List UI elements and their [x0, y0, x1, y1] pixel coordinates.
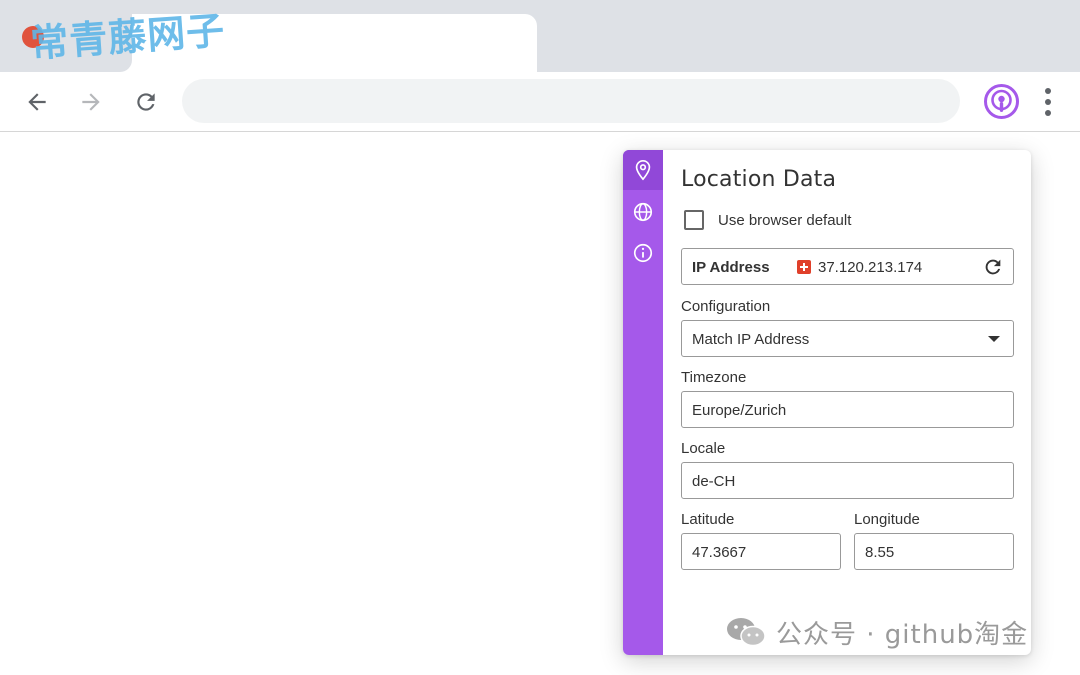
- wechat-icon: [726, 616, 766, 648]
- browser-window: 常青藤网子 Location Data Use browser default …: [0, 0, 1080, 675]
- globe-icon[interactable]: [623, 192, 663, 232]
- chevron-down-icon: [988, 336, 1000, 342]
- configuration-value: Match IP Address: [692, 331, 810, 348]
- reload-icon[interactable]: [130, 86, 162, 118]
- refresh-icon[interactable]: [982, 256, 1004, 278]
- ip-address-label: IP Address: [692, 259, 770, 276]
- latitude-value: 47.3667: [692, 544, 747, 561]
- latitude-label: Latitude: [681, 511, 735, 528]
- timezone-label: Timezone: [681, 369, 747, 386]
- tab-strip: 常青藤网子: [0, 0, 1080, 72]
- use-browser-default-label: Use browser default: [718, 211, 852, 229]
- location-pin-icon[interactable]: [623, 150, 663, 190]
- configuration-select[interactable]: Match IP Address: [681, 320, 1014, 357]
- use-browser-default-row[interactable]: Use browser default: [684, 210, 851, 230]
- use-browser-default-checkbox[interactable]: [684, 210, 704, 230]
- location-popup: Location Data Use browser default IP Add…: [623, 150, 1031, 655]
- info-icon[interactable]: [623, 233, 663, 273]
- popup-side-rail: [623, 150, 663, 655]
- longitude-value: 8.55: [865, 544, 895, 561]
- timezone-input[interactable]: Europe/Zurich: [681, 391, 1014, 428]
- latitude-input[interactable]: 47.3667: [681, 533, 841, 570]
- configuration-label: Configuration: [681, 298, 771, 315]
- longitude-input[interactable]: 8.55: [854, 533, 1014, 570]
- podcast-broadcast-icon[interactable]: [983, 83, 1020, 120]
- arrow-left-icon[interactable]: [21, 86, 53, 118]
- longitude-label: Longitude: [854, 511, 920, 528]
- address-bar[interactable]: [182, 79, 960, 123]
- popup-title: Location Data: [681, 167, 837, 192]
- ip-address-box: IP Address 37.120.213.174: [681, 248, 1014, 285]
- switzerland-flag-icon: [797, 260, 811, 274]
- locale-value: de-CH: [692, 473, 736, 490]
- ip-address-value: 37.120.213.174: [818, 259, 923, 276]
- arrow-right-icon[interactable]: [75, 86, 107, 118]
- vertical-dots-icon[interactable]: [1036, 86, 1060, 118]
- browser-toolbar: [0, 72, 1080, 132]
- watermark-bottom: 公众号 · github淘金: [726, 612, 1028, 652]
- watermark-bottom-text: 公众号 · github淘金: [776, 619, 1029, 650]
- timezone-value: Europe/Zurich: [692, 402, 787, 419]
- locale-label: Locale: [681, 440, 726, 457]
- locale-input[interactable]: de-CH: [681, 462, 1014, 499]
